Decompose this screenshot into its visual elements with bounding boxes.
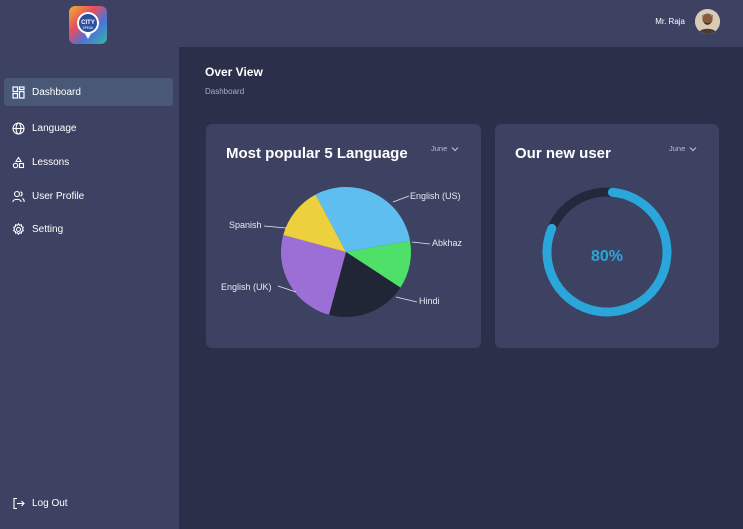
sidebar-item-setting[interactable]: Setting xyxy=(4,215,173,243)
pie-label-hindi: Hindi xyxy=(419,296,440,306)
dashboard-grid-icon xyxy=(12,85,25,99)
sidebar-item-label: Language xyxy=(32,122,77,134)
sidebar: CITY SPEAK Dashboard Language Lessons Us… xyxy=(0,0,179,529)
city-speak-logo[interactable]: CITY SPEAK xyxy=(69,6,107,44)
sidebar-item-label: User Profile xyxy=(32,190,85,202)
language-card: Most popular 5 Language June English (US… xyxy=(206,124,481,348)
leader-line-spanish xyxy=(263,225,287,229)
leader-line-hindi xyxy=(395,296,418,303)
logout-button[interactable]: Log Out xyxy=(12,497,68,510)
lessons-shapes-icon xyxy=(12,155,25,169)
logout-icon xyxy=(12,497,25,510)
new-user-gauge: 80% xyxy=(542,187,672,317)
pie-label-spanish: Spanish xyxy=(229,220,262,230)
svg-text:SPEAK: SPEAK xyxy=(83,26,95,30)
sidebar-item-label: Setting xyxy=(32,223,64,235)
sidebar-item-label: Lessons xyxy=(32,156,70,168)
top-bar: Mr. Raja xyxy=(179,0,743,47)
pie-label-english-uk: English (UK) xyxy=(221,282,272,292)
gear-icon xyxy=(12,222,25,236)
leader-line-abkhaz xyxy=(411,241,431,245)
new-user-card: Our new user June 80% xyxy=(495,124,719,348)
sidebar-item-dashboard[interactable]: Dashboard xyxy=(4,78,173,106)
page-title: Over View xyxy=(205,65,263,79)
gauge-value-label: 80% xyxy=(591,248,623,265)
sidebar-item-user-profile[interactable]: User Profile xyxy=(4,182,173,210)
language-pie-chart xyxy=(263,187,431,318)
sidebar-item-label: Dashboard xyxy=(32,86,81,98)
globe-icon xyxy=(12,121,25,135)
logout-label: Log Out xyxy=(32,498,68,509)
pie-label-abkhaz: Abkhaz xyxy=(432,238,463,248)
breadcrumb[interactable]: Dashboard xyxy=(205,87,244,96)
user-name[interactable]: Mr. Raja xyxy=(655,17,685,26)
leader-line-english-us xyxy=(392,195,410,203)
pie-label-english-us: English (US) xyxy=(410,191,461,201)
sidebar-item-lessons[interactable]: Lessons xyxy=(4,148,173,176)
users-icon xyxy=(12,190,25,203)
sidebar-item-language[interactable]: Language xyxy=(4,114,173,142)
avatar[interactable] xyxy=(695,9,720,34)
